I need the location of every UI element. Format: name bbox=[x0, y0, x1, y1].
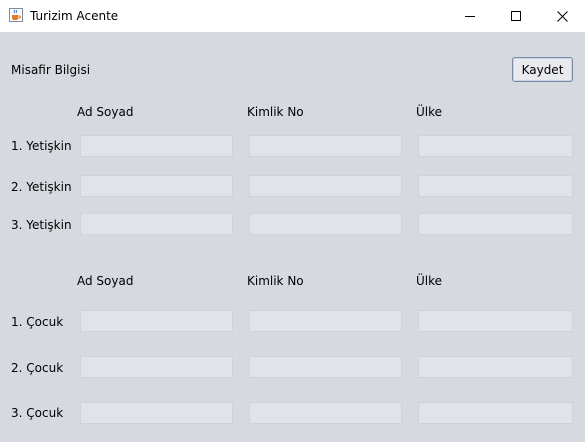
adult-2-name-field[interactable] bbox=[80, 175, 233, 197]
child-1-name-field[interactable] bbox=[80, 310, 233, 332]
minimize-icon bbox=[465, 16, 475, 17]
adult-1-name-field[interactable] bbox=[80, 135, 233, 157]
adult-column-header-country: Ülke bbox=[416, 105, 443, 119]
child-3-id-field[interactable] bbox=[249, 402, 402, 424]
adult-2-id-field[interactable] bbox=[249, 175, 402, 197]
maximize-button[interactable] bbox=[493, 0, 539, 32]
java-cup-icon bbox=[9, 8, 23, 22]
child-row-label: 1. Çocuk bbox=[11, 315, 64, 329]
adult-2-country-field[interactable] bbox=[418, 175, 573, 197]
child-1-country-field[interactable] bbox=[418, 310, 573, 332]
adult-1-country-field[interactable] bbox=[418, 135, 573, 157]
child-row-label: 2. Çocuk bbox=[11, 361, 64, 375]
adult-row-label: 2. Yetişkin bbox=[11, 180, 72, 194]
section-title-guest-info: Misafir Bilgisi bbox=[11, 63, 91, 77]
adult-column-header-name: Ad Soyad bbox=[77, 105, 134, 119]
adult-row-label: 1. Yetişkin bbox=[11, 139, 72, 153]
adult-3-country-field[interactable] bbox=[418, 213, 573, 235]
close-icon bbox=[556, 10, 568, 22]
close-button[interactable] bbox=[539, 0, 585, 32]
adult-3-id-field[interactable] bbox=[249, 213, 402, 235]
child-3-country-field[interactable] bbox=[418, 402, 573, 424]
child-2-id-field[interactable] bbox=[249, 356, 402, 378]
child-1-id-field[interactable] bbox=[249, 310, 402, 332]
window-title: Turizim Acente bbox=[30, 9, 119, 23]
save-button[interactable]: Kaydet bbox=[512, 57, 573, 82]
guest-form-panel bbox=[0, 32, 585, 442]
child-column-header-name: Ad Soyad bbox=[77, 274, 134, 288]
child-2-country-field[interactable] bbox=[418, 356, 573, 378]
child-row-label: 3. Çocuk bbox=[11, 406, 64, 420]
child-column-header-id: Kimlik No bbox=[247, 274, 304, 288]
adult-column-header-id: Kimlik No bbox=[247, 105, 304, 119]
child-column-header-country: Ülke bbox=[416, 274, 443, 288]
minimize-button[interactable] bbox=[447, 0, 493, 32]
title-bar: Turizim Acente bbox=[0, 0, 585, 32]
adult-3-name-field[interactable] bbox=[80, 213, 233, 235]
child-2-name-field[interactable] bbox=[80, 356, 233, 378]
adult-row-label: 3. Yetişkin bbox=[11, 218, 72, 232]
maximize-icon bbox=[511, 11, 521, 21]
child-3-name-field[interactable] bbox=[80, 402, 233, 424]
adult-1-id-field[interactable] bbox=[249, 135, 402, 157]
